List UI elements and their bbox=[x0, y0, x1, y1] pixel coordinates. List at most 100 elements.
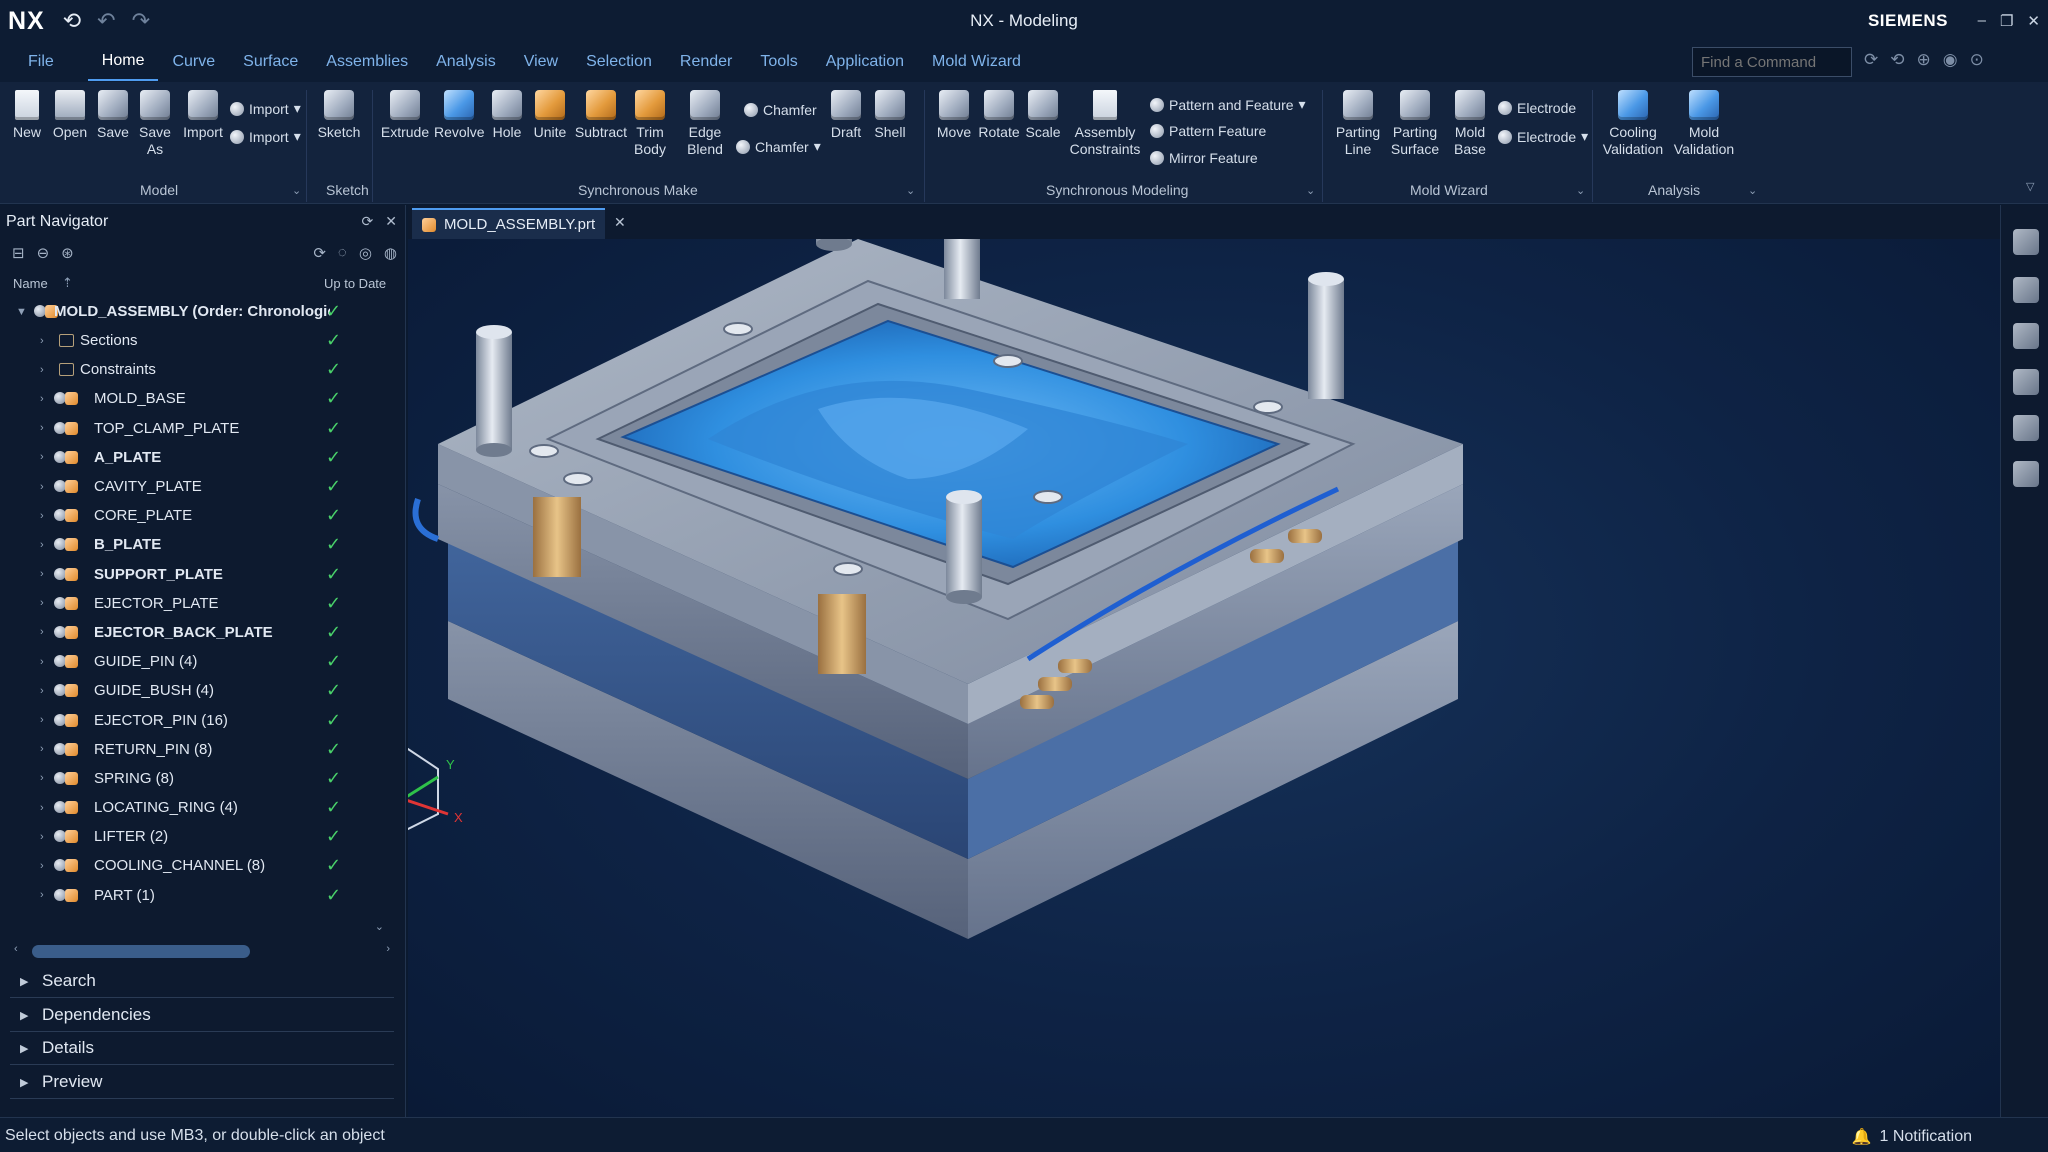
filter-icon[interactable]: ⊟ bbox=[12, 244, 25, 262]
chevron-right-icon[interactable]: › bbox=[40, 422, 44, 434]
open-button[interactable]: Open bbox=[52, 90, 88, 141]
scroll-right-icon[interactable]: › bbox=[386, 943, 390, 955]
dependencies-section[interactable]: ▶ Dependencies bbox=[10, 999, 394, 1032]
preview-section[interactable]: ▶ Preview bbox=[10, 1066, 394, 1099]
sort-icon[interactable]: ⇡ bbox=[62, 275, 73, 291]
menu-render[interactable]: Render bbox=[666, 42, 746, 82]
save-button[interactable]: Save bbox=[96, 90, 130, 141]
collapse-icon[interactable]: ⊖ bbox=[37, 244, 50, 262]
chevron-right-icon[interactable]: › bbox=[40, 685, 44, 697]
menu-selection[interactable]: Selection bbox=[572, 42, 666, 82]
chevron-right-icon[interactable]: › bbox=[40, 656, 44, 668]
menu-mold-wizard[interactable]: Mold Wizard bbox=[918, 42, 1035, 82]
maximize-icon[interactable]: ❐ bbox=[2000, 12, 2013, 30]
close-panel-icon[interactable]: ✕ bbox=[385, 213, 397, 230]
chevron-right-icon[interactable]: › bbox=[40, 860, 44, 872]
menu-tools[interactable]: Tools bbox=[746, 42, 811, 82]
minimize-icon[interactable]: – bbox=[1978, 12, 1986, 30]
chevron-right-icon[interactable]: › bbox=[40, 802, 44, 814]
notification-button[interactable]: 🔔 1 Notification bbox=[1852, 1127, 1972, 1147]
render-style-icon[interactable]: ◉ bbox=[1943, 50, 1958, 70]
electrode-button-1[interactable]: Electrode bbox=[1498, 100, 1576, 116]
trim-body-button[interactable]: Trim Body bbox=[630, 90, 670, 158]
tree-node[interactable]: › A_PLATE ✓ bbox=[0, 443, 394, 472]
menu-home[interactable]: Home bbox=[87, 43, 159, 81]
revolve-button[interactable]: Revolve bbox=[434, 90, 485, 141]
chevron-right-icon[interactable]: › bbox=[40, 568, 44, 580]
chevron-right-icon[interactable]: › bbox=[40, 393, 44, 405]
tree-node[interactable]: › MOLD_BASE ✓ bbox=[0, 384, 394, 413]
tree-node[interactable]: › CAVITY_PLATE ✓ bbox=[0, 472, 394, 501]
navigator-horizontal-scrollbar[interactable]: ⌄ ‹ › bbox=[10, 921, 390, 960]
tree-node[interactable]: › RETURN_PIN (8) ✓ bbox=[0, 735, 394, 764]
tree-node[interactable]: › SUPPORT_PLATE ✓ bbox=[0, 560, 394, 589]
scrollbar-thumb[interactable] bbox=[32, 945, 250, 958]
column-name-header[interactable]: Name bbox=[13, 276, 48, 291]
edge-blend-button[interactable]: Edge Blend bbox=[680, 90, 730, 158]
group-expand-icon[interactable]: ⌄ bbox=[1576, 184, 1585, 197]
import-dropdown-1[interactable]: Import ▾ bbox=[230, 100, 301, 117]
chevron-right-icon[interactable]: › bbox=[40, 364, 44, 376]
reuse-library-tab-icon[interactable] bbox=[2013, 369, 2039, 395]
tree-node[interactable]: › Constraints ✓ bbox=[0, 355, 394, 384]
quick-access-refresh-icon[interactable]: ⟲ bbox=[63, 8, 81, 34]
refresh-icon[interactable]: ⟲ bbox=[1890, 50, 1904, 70]
chevron-right-icon[interactable]: › bbox=[40, 831, 44, 843]
tree-node[interactable]: › EJECTOR_BACK_PLATE ✓ bbox=[0, 618, 394, 647]
chevron-down-icon[interactable]: ▼ bbox=[16, 306, 27, 318]
cooling-validation-button[interactable]: Cooling Validation bbox=[1598, 90, 1668, 158]
chevron-right-icon[interactable]: › bbox=[40, 714, 44, 726]
roles-tab-icon[interactable] bbox=[2013, 461, 2039, 487]
import-dropdown-2[interactable]: Import ▾ bbox=[230, 128, 301, 145]
parting-surface-button[interactable]: Parting Surface bbox=[1386, 90, 1444, 158]
graphics-viewport[interactable]: Z Y X bbox=[408, 239, 2000, 1117]
options-icon[interactable]: ◎ bbox=[359, 244, 372, 262]
tree-node[interactable]: › LIFTER (2) ✓ bbox=[0, 822, 394, 851]
command-finder-input[interactable] bbox=[1692, 47, 1852, 77]
mold-base-button[interactable]: Mold Base bbox=[1446, 90, 1494, 158]
scroll-left-icon[interactable]: ‹ bbox=[14, 943, 18, 955]
tree-node[interactable]: › B_PLATE ✓ bbox=[0, 530, 394, 559]
orient-view-icon[interactable]: ⟳ bbox=[1864, 50, 1878, 70]
tree-node[interactable]: › PART (1) ✓ bbox=[0, 881, 394, 910]
pattern-and-feature-dropdown[interactable]: Pattern and Feature ▾ bbox=[1150, 96, 1306, 113]
ribbon-collapse-icon[interactable]: ▽ bbox=[2026, 180, 2034, 193]
shell-button[interactable]: Shell bbox=[870, 90, 910, 141]
save-as-button[interactable]: Save As bbox=[138, 90, 172, 158]
tree-node[interactable]: › EJECTOR_PIN (16) ✓ bbox=[0, 705, 394, 734]
chevron-right-icon[interactable]: › bbox=[40, 481, 44, 493]
pattern-feature-button[interactable]: Pattern Feature bbox=[1150, 123, 1266, 139]
menu-surface[interactable]: Surface bbox=[229, 42, 312, 82]
chevron-right-icon[interactable]: › bbox=[40, 889, 44, 901]
scroll-down-icon[interactable]: ⌄ bbox=[375, 920, 384, 933]
chevron-right-icon[interactable]: › bbox=[40, 451, 44, 463]
menu-curve[interactable]: Curve bbox=[158, 42, 229, 82]
group-expand-icon[interactable]: ⌄ bbox=[906, 184, 915, 197]
chevron-right-icon[interactable]: › bbox=[40, 743, 44, 755]
chevron-right-icon[interactable]: › bbox=[40, 597, 44, 609]
tree-node[interactable]: › SPRING (8) ✓ bbox=[0, 764, 394, 793]
document-tab[interactable]: MOLD_ASSEMBLY.prt bbox=[412, 208, 606, 239]
chamfer-dropdown[interactable]: Chamfer ▾ bbox=[736, 138, 821, 155]
subtract-button[interactable]: Subtract bbox=[574, 90, 628, 141]
search-section[interactable]: ▶ Search bbox=[10, 965, 394, 998]
constraint-navigator-tab-icon[interactable] bbox=[2013, 323, 2039, 349]
menu-file[interactable]: File bbox=[14, 42, 68, 82]
refresh-icon[interactable]: ⟳ bbox=[362, 213, 374, 230]
refresh-icon[interactable]: ◌ bbox=[338, 244, 347, 262]
tree-node[interactable]: › COOLING_CHANNEL (8) ✓ bbox=[0, 851, 394, 880]
scale-button[interactable]: Scale bbox=[1022, 90, 1064, 141]
sketch-button[interactable]: Sketch bbox=[316, 90, 362, 141]
update-icon[interactable]: ⟳ bbox=[313, 244, 326, 262]
import-button[interactable]: Import bbox=[180, 90, 226, 141]
chevron-right-icon[interactable]: › bbox=[40, 626, 44, 638]
undo-icon[interactable]: ↶ bbox=[97, 8, 115, 34]
group-expand-icon[interactable]: ⌄ bbox=[1306, 184, 1315, 197]
assembly-navigator-tab-icon[interactable] bbox=[2013, 277, 2039, 303]
column-status-header[interactable]: Up to Date bbox=[324, 276, 386, 291]
redo-icon[interactable]: ↷ bbox=[132, 8, 150, 34]
electrode-button-2[interactable]: Electrode ▾ bbox=[1498, 128, 1588, 145]
menu-analysis[interactable]: Analysis bbox=[422, 42, 510, 82]
chevron-right-icon[interactable]: › bbox=[40, 772, 44, 784]
group-expand-icon[interactable]: ⌄ bbox=[292, 184, 301, 197]
